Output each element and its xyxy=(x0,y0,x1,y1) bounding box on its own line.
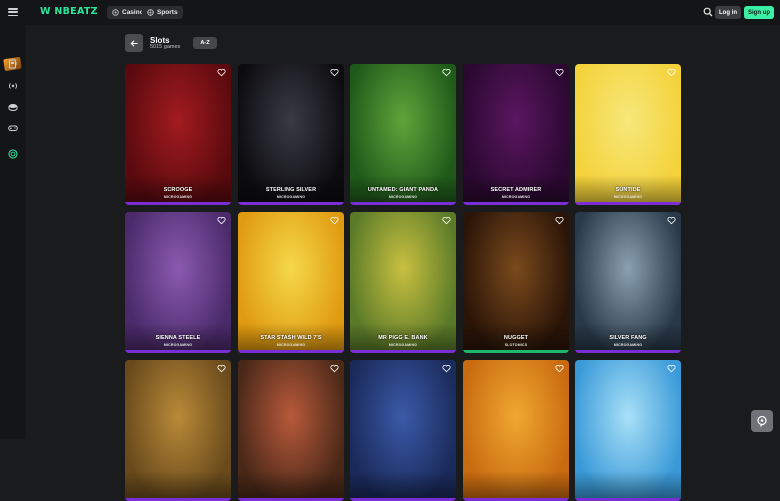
slot-machine-icon xyxy=(9,59,17,69)
favorite-heart-icon[interactable] xyxy=(555,216,564,225)
game-provider: MICROGAMING xyxy=(276,343,306,347)
game-card[interactable]: SCROOGE MICROGAMING xyxy=(125,64,231,205)
game-title: SECRET ADMIRER xyxy=(490,187,542,193)
card-shade xyxy=(575,471,681,501)
favorite-heart-icon[interactable] xyxy=(217,364,226,373)
favorite-heart-icon[interactable] xyxy=(667,216,676,225)
favorite-heart-icon[interactable] xyxy=(555,364,564,373)
card-shade xyxy=(350,471,456,501)
login-button[interactable]: Log in xyxy=(715,6,741,19)
favorite-heart-icon[interactable] xyxy=(442,216,451,225)
provider-bar xyxy=(350,202,456,205)
favorite-heart-icon[interactable] xyxy=(330,68,339,77)
live-broadcast-icon xyxy=(9,83,17,89)
game-card[interactable]: NUGGET SLOTOMICS xyxy=(463,212,569,353)
sidebar-item-live[interactable] xyxy=(5,78,21,94)
game-title: MR PIGG E. BANK xyxy=(378,335,428,341)
brand-logo[interactable]: W NBEATZ xyxy=(40,6,98,17)
game-card[interactable]: MR PIGG E. BANK MICROGAMING xyxy=(350,212,456,353)
game-card[interactable] xyxy=(575,360,681,501)
sidebar-item-slots[interactable] xyxy=(5,56,21,72)
support-coin-icon xyxy=(8,149,18,159)
game-card[interactable]: SECRET ADMIRER MICROGAMING xyxy=(463,64,569,205)
game-provider: MICROGAMING xyxy=(276,195,306,199)
game-card[interactable]: SILVER FANG MICROGAMING xyxy=(575,212,681,353)
favorite-heart-icon[interactable] xyxy=(555,68,564,77)
game-card[interactable] xyxy=(350,360,456,501)
game-provider: SLOTOMICS xyxy=(504,343,528,347)
game-card[interactable]: UNTAMED: GIANT PANDA MICROGAMING xyxy=(350,64,456,205)
game-provider: MICROGAMING xyxy=(163,195,193,199)
game-provider: MICROGAMING xyxy=(613,195,643,199)
game-card[interactable]: STAR STASH WILD 7'S MICROGAMING xyxy=(238,212,344,353)
sidebar xyxy=(0,25,26,439)
sort-button[interactable]: A-Z xyxy=(193,37,217,49)
game-title: NUGGET xyxy=(503,335,529,341)
game-provider: MICROGAMING xyxy=(613,343,643,347)
signup-button[interactable]: Sign up xyxy=(744,6,774,19)
game-title: SCROOGE xyxy=(163,187,193,193)
top-bar: W NBEATZ Casino Sports Log in Sign up xyxy=(0,0,780,25)
game-title: STERLING SILVER xyxy=(265,187,317,193)
provider-bar xyxy=(125,202,231,205)
game-provider: MICROGAMING xyxy=(388,343,418,347)
tab-casino-label: Casino xyxy=(122,9,144,16)
favorite-heart-icon[interactable] xyxy=(217,68,226,77)
game-provider: MICROGAMING xyxy=(388,195,418,199)
game-title: SUNTIDE xyxy=(615,187,641,193)
favorite-heart-icon[interactable] xyxy=(667,364,676,373)
favorite-heart-icon[interactable] xyxy=(330,216,339,225)
game-card[interactable]: SIENNA STEELE MICROGAMING xyxy=(125,212,231,353)
gamepad-icon xyxy=(8,125,18,131)
game-card[interactable]: STERLING SILVER MICROGAMING xyxy=(238,64,344,205)
game-provider: MICROGAMING xyxy=(501,195,531,199)
favorite-heart-icon[interactable] xyxy=(667,68,676,77)
provider-bar xyxy=(575,202,681,205)
provider-bar xyxy=(350,350,456,353)
sidebar-item-support[interactable] xyxy=(5,146,21,162)
chat-button[interactable] xyxy=(751,410,773,432)
provider-bar xyxy=(125,350,231,353)
provider-bar xyxy=(463,202,569,205)
favorite-heart-icon[interactable] xyxy=(217,216,226,225)
game-title: SILVER FANG xyxy=(609,335,647,341)
favorite-heart-icon[interactable] xyxy=(442,364,451,373)
game-card[interactable] xyxy=(125,360,231,501)
favorite-heart-icon[interactable] xyxy=(330,364,339,373)
game-count: 5015 games xyxy=(150,44,181,50)
sports-ball-icon xyxy=(147,9,154,16)
menu-icon[interactable] xyxy=(8,8,18,16)
game-title: STAR STASH WILD 7'S xyxy=(260,335,322,341)
chat-support-icon xyxy=(757,415,767,427)
game-provider: MICROGAMING xyxy=(163,343,193,347)
table-games-icon xyxy=(8,104,18,112)
sidebar-item-table-games[interactable] xyxy=(5,99,21,115)
sidebar-item-games[interactable] xyxy=(5,120,21,136)
provider-bar xyxy=(463,350,569,353)
provider-bar xyxy=(238,202,344,205)
back-button[interactable] xyxy=(125,34,143,52)
card-shade xyxy=(238,471,344,501)
game-card[interactable]: SUNTIDE MICROGAMING xyxy=(575,64,681,205)
provider-bar xyxy=(238,350,344,353)
game-card[interactable] xyxy=(238,360,344,501)
arrow-left-icon xyxy=(130,39,138,47)
game-title: UNTAMED: GIANT PANDA xyxy=(367,187,439,193)
provider-bar xyxy=(575,350,681,353)
game-card[interactable] xyxy=(463,360,569,501)
game-title: SIENNA STEELE xyxy=(155,335,201,341)
tab-sports[interactable]: Sports xyxy=(142,6,183,19)
search-icon[interactable] xyxy=(703,7,713,17)
card-shade xyxy=(125,471,231,501)
tab-sports-label: Sports xyxy=(157,9,178,16)
favorite-heart-icon[interactable] xyxy=(442,68,451,77)
casino-chip-icon xyxy=(112,9,119,16)
card-shade xyxy=(463,471,569,501)
